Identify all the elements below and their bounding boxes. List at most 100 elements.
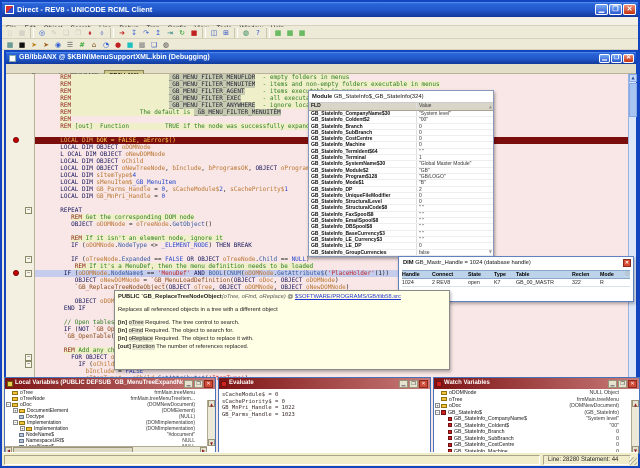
- find-icon[interactable]: ◔: [100, 40, 112, 50]
- swatch-icon[interactable]: ■: [124, 40, 136, 50]
- editor-title-bar[interactable]: GB/IbbANX @ $KBIN\MenuSupportXML.kbin (D…: [6, 52, 636, 64]
- save-icon[interactable]: ▦: [16, 28, 28, 38]
- title-bar[interactable]: Direct - REV8 - UNICODE RCML Client ▁ ❐ …: [2, 2, 638, 17]
- evaluate-output[interactable]: sCacheModule$ = 0 sCachePriority$ = 0 GB_M…: [219, 389, 430, 418]
- panel-close-button[interactable]: ✕: [628, 379, 637, 388]
- scrollbar-thumb[interactable]: [629, 83, 637, 117]
- stop-icon[interactable]: ■: [188, 28, 200, 38]
- code-line[interactable]: REM _GB_MENU_FILTER_MENUFLDR - empty fol…: [35, 74, 628, 81]
- db-col-header: Mode: [600, 272, 614, 278]
- field-value: "GB": [419, 167, 430, 173]
- pointer-1-icon[interactable]: ➤: [28, 40, 40, 50]
- menu-bar: FileEditObjectSearchLineDebugTrapConfigV…: [2, 17, 638, 32]
- help-icon[interactable]: ?: [252, 28, 264, 38]
- edit-icon[interactable]: ✎: [48, 28, 60, 38]
- tree-expander-icon[interactable]: +: [435, 403, 440, 409]
- breakpoint-icon[interactable]: [13, 137, 19, 143]
- panel-close-button[interactable]: ✕: [419, 379, 428, 388]
- restart-icon[interactable]: ↻: [176, 28, 188, 38]
- popup-close-icon[interactable]: ✕: [623, 259, 631, 267]
- fold-toggle-icon[interactable]: −: [25, 256, 32, 263]
- panel-close-button[interactable]: ✕: [204, 379, 213, 388]
- table-green-1-icon[interactable]: ▦: [272, 28, 284, 38]
- watch-title-bar[interactable]: Watch Variables ▁ ❐ ✕: [434, 378, 639, 389]
- fold-toggle-icon[interactable]: −: [25, 207, 32, 214]
- list-icon[interactable]: ☰: [64, 40, 76, 50]
- new-document-icon[interactable]: ▯: [4, 28, 16, 38]
- field-value: "Global Master Module": [419, 161, 472, 167]
- scroll-up-icon[interactable]: ▲: [632, 400, 639, 407]
- copy-icon[interactable]: ❏: [60, 28, 72, 38]
- pattern-icon[interactable]: ▩: [136, 40, 148, 50]
- field-name: GB_StateInfo_DBSpool$8: [309, 224, 417, 230]
- pointer-2-icon[interactable]: ➤: [40, 40, 52, 50]
- panel-minimize-button[interactable]: ▁: [184, 379, 193, 388]
- book-blue-icon[interactable]: ⬨: [96, 28, 108, 38]
- paste-icon[interactable]: ❐: [72, 28, 84, 38]
- panel-maximize-button[interactable]: ❐: [618, 379, 627, 388]
- home-icon[interactable]: ⌂: [88, 40, 100, 50]
- scroll-up-chevron-icon[interactable]: ▲: [489, 105, 492, 109]
- grid-icon[interactable]: ▦: [4, 40, 16, 50]
- evaluate-title-bar[interactable]: Evaluate ▁ ❐ ✕: [219, 378, 430, 389]
- window-tile-icon[interactable]: ⊞: [220, 28, 232, 38]
- status-message-box: [4, 455, 540, 465]
- local-variables-title-bar[interactable]: Local Variables (PUBLIC DEFSUB `GB_MenuT…: [5, 378, 215, 389]
- panel-maximize-button[interactable]: ❐: [409, 379, 418, 388]
- scroll-up-icon[interactable]: ▲: [629, 74, 637, 82]
- watch-variables-panel: Watch Variables ▁ ❐ ✕ oDOMNode NULL Objec…: [433, 377, 640, 454]
- db-col-header: State: [468, 272, 481, 278]
- run-to-cursor-icon[interactable]: ⇥: [164, 28, 176, 38]
- fold-toggle-icon[interactable]: −: [25, 270, 32, 277]
- maximize-button[interactable]: ❐: [609, 4, 622, 15]
- step-into-icon[interactable]: ↧: [128, 28, 140, 38]
- editor-maximize-button[interactable]: ❐: [611, 53, 622, 63]
- tree-expander-icon[interactable]: −: [13, 420, 18, 426]
- red-icon: [441, 409, 446, 415]
- globe-icon[interactable]: ◍: [240, 28, 252, 38]
- book-red-icon[interactable]: ⬧: [84, 28, 96, 38]
- scroll-down-icon[interactable]: ▼: [208, 439, 215, 446]
- run-icon[interactable]: ➜: [116, 28, 128, 38]
- db-col-value: GB_00_MASTR: [516, 280, 554, 286]
- panel-minimize-button[interactable]: ▁: [399, 379, 408, 388]
- watch-vscrollbar[interactable]: ▲ ▼: [631, 400, 639, 453]
- breakpoint-icon[interactable]: [13, 270, 19, 276]
- field-value: " ": [419, 224, 424, 230]
- close-button[interactable]: ✕: [623, 4, 636, 15]
- table-green-2-icon[interactable]: ▦: [284, 28, 296, 38]
- panel-maximize-button[interactable]: ❐: [194, 379, 203, 388]
- window-icon[interactable]: ❏: [148, 40, 160, 50]
- table-green-3-icon[interactable]: ▦: [296, 28, 308, 38]
- globe-dark-icon[interactable]: ◍: [160, 40, 172, 50]
- fold-toggle-icon[interactable]: −: [25, 361, 32, 368]
- step-over-icon[interactable]: ↷: [140, 28, 152, 38]
- editor-close-button[interactable]: ✕: [623, 53, 634, 63]
- tree-expander-icon[interactable]: −: [435, 409, 440, 415]
- search-icon[interactable]: ◎: [36, 28, 48, 38]
- db-col-value: 322: [572, 280, 581, 286]
- scroll-down-chevron-icon[interactable]: ▼: [489, 250, 492, 254]
- toolbar-separator: [234, 28, 238, 38]
- local-variables-vscrollbar[interactable]: ▲ ▼: [207, 400, 215, 446]
- window-split-icon[interactable]: ◫: [208, 28, 220, 38]
- tree-expander-icon[interactable]: −: [6, 402, 11, 408]
- pin-icon[interactable]: ◎: [625, 271, 630, 277]
- inspect-icon[interactable]: ◉: [52, 40, 64, 50]
- tree-expander-icon[interactable]: +: [20, 426, 25, 432]
- record-icon[interactable]: ●: [112, 40, 124, 50]
- scroll-up-icon[interactable]: ▲: [208, 400, 215, 407]
- editor-minimize-button[interactable]: ▁: [599, 53, 610, 63]
- fold-toggle-icon[interactable]: −: [25, 354, 32, 361]
- panel-minimize-button[interactable]: ▁: [608, 379, 617, 388]
- tree-expander-icon[interactable]: +: [13, 408, 18, 414]
- resize-grip[interactable]: [629, 457, 637, 465]
- code-line[interactable]: REM _GB_MENU_FILTER_MENUITEM - items and…: [35, 81, 628, 88]
- hash-icon[interactable]: #: [76, 40, 88, 50]
- folder-icon: [12, 396, 18, 401]
- variable-name: GB_StateInfo$: [448, 409, 483, 416]
- source-link[interactable]: $SOFTWARE/PROGRAMS/GB/tlib58.src: [295, 294, 401, 300]
- minimize-button[interactable]: ▁: [595, 4, 608, 15]
- step-out-icon[interactable]: ↥: [152, 28, 164, 38]
- console-icon[interactable]: ■: [16, 40, 28, 50]
